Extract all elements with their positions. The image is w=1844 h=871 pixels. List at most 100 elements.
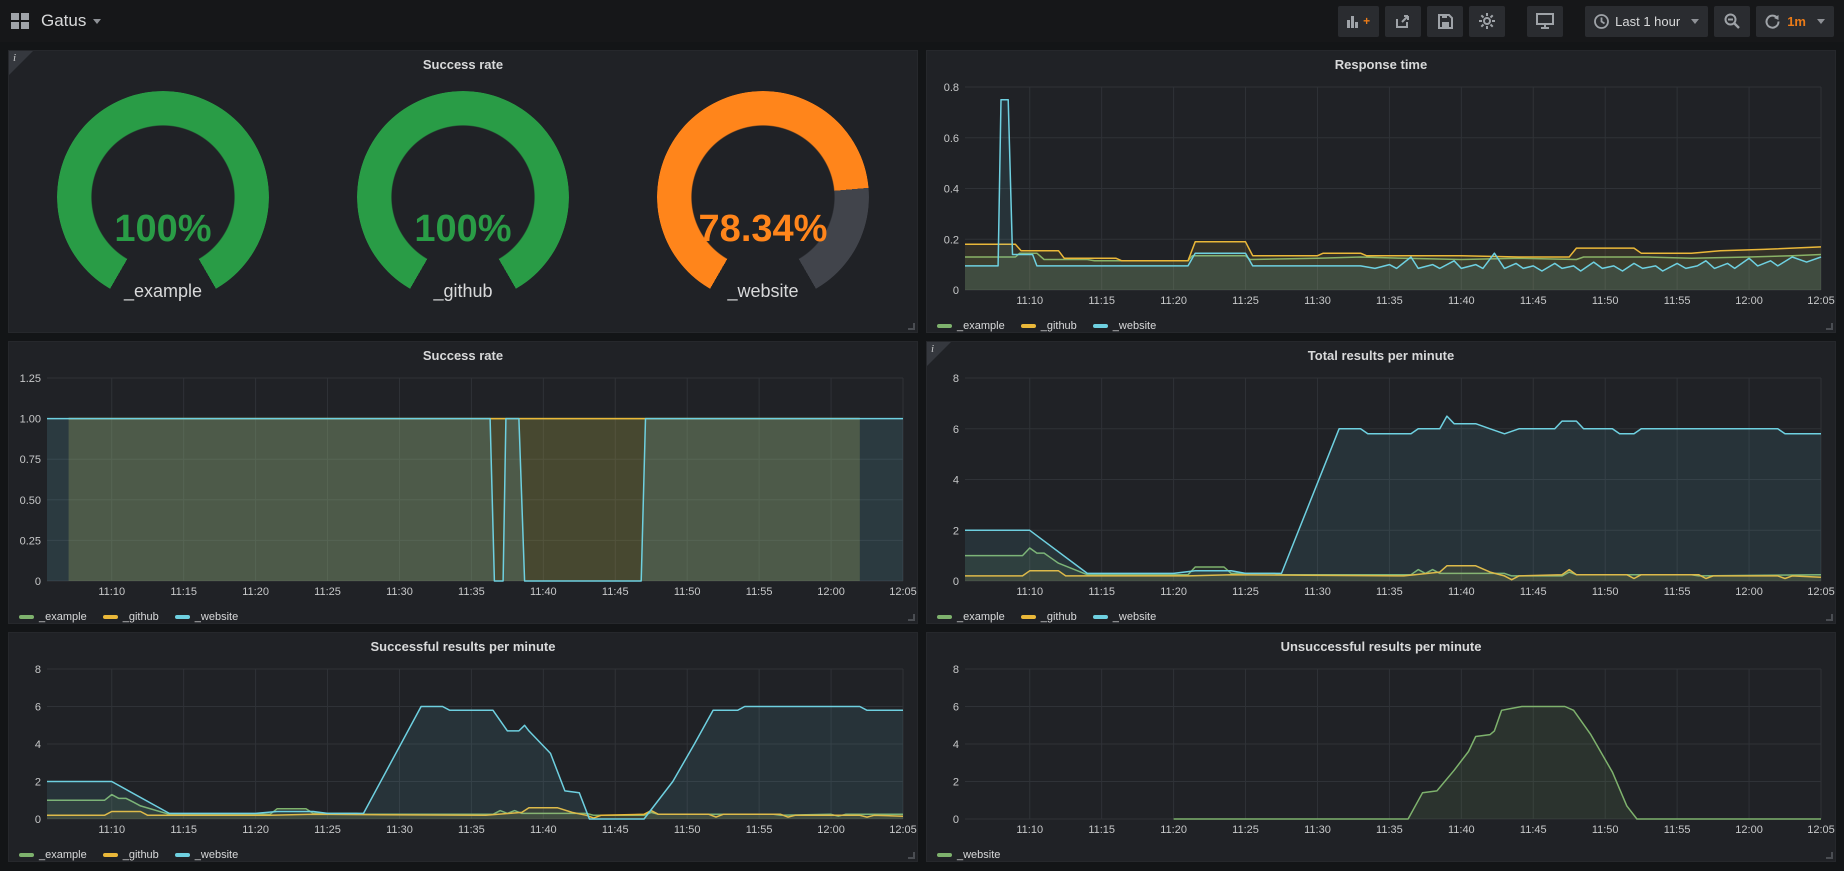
svg-text:0.6: 0.6 xyxy=(944,133,959,145)
svg-text:11:15: 11:15 xyxy=(170,586,197,598)
legend-item-_example[interactable]: _example xyxy=(19,849,87,861)
refresh-button[interactable]: 1m xyxy=(1756,6,1834,37)
svg-text:11:35: 11:35 xyxy=(1376,295,1403,307)
svg-text:11:25: 11:25 xyxy=(1232,586,1259,598)
svg-text:4: 4 xyxy=(953,475,959,487)
legend-item-_github[interactable]: _github xyxy=(1021,320,1077,332)
time-series-plot[interactable]: 11:1011:1511:2011:2511:3011:3511:4011:45… xyxy=(927,368,1835,606)
panel-resize-handle[interactable] xyxy=(908,323,915,330)
legend-item-_website[interactable]: _website xyxy=(175,611,238,623)
svg-text:11:25: 11:25 xyxy=(1232,824,1259,836)
svg-text:0: 0 xyxy=(953,285,959,297)
svg-text:11:40: 11:40 xyxy=(530,586,557,598)
time-series-plot[interactable]: 11:1011:1511:2011:2511:3011:3511:4011:45… xyxy=(9,368,917,606)
panel-resize-handle[interactable] xyxy=(1826,614,1833,621)
panel-title[interactable]: Total results per minute xyxy=(1308,348,1454,363)
svg-text:12:05: 12:05 xyxy=(1807,295,1835,307)
time-range-label: Last 1 hour xyxy=(1615,14,1680,29)
panel-title[interactable]: Success rate xyxy=(423,348,503,363)
gauge-value: 100% xyxy=(57,208,269,251)
legend-label: _website xyxy=(957,849,1000,861)
zoom-out-button[interactable] xyxy=(1714,6,1750,37)
svg-text:11:45: 11:45 xyxy=(1520,586,1547,598)
chart-legend: _example _github _website xyxy=(9,844,917,862)
add-panel-button[interactable]: + xyxy=(1338,6,1379,37)
legend-item-_website[interactable]: _website xyxy=(175,849,238,861)
legend-item-_example[interactable]: _example xyxy=(19,611,87,623)
legend-swatch xyxy=(1093,324,1108,328)
panel-info-icon[interactable]: i xyxy=(9,51,33,75)
panel-resize-handle[interactable] xyxy=(908,614,915,621)
panel-title[interactable]: Successful results per minute xyxy=(371,639,556,654)
svg-text:11:55: 11:55 xyxy=(1664,295,1691,307)
legend-swatch xyxy=(1093,615,1108,619)
tv-mode-button[interactable] xyxy=(1527,6,1563,37)
panel-header: Successful results per minute xyxy=(9,633,917,659)
dashboard-title[interactable]: Gatus xyxy=(41,11,86,31)
svg-text:11:30: 11:30 xyxy=(386,586,413,598)
legend-item-_github[interactable]: _github xyxy=(103,849,159,861)
svg-text:8: 8 xyxy=(953,664,959,676)
legend-item-_website[interactable]: _website xyxy=(1093,320,1156,332)
svg-text:12:00: 12:00 xyxy=(817,824,845,836)
svg-text:4: 4 xyxy=(35,739,41,751)
svg-text:1.00: 1.00 xyxy=(20,414,41,426)
dashboard-grid-icon[interactable] xyxy=(10,11,30,31)
panel-title[interactable]: Response time xyxy=(1335,57,1427,72)
dashboard-grid: i Success rate 100% _example 100% _githu… xyxy=(0,42,1844,870)
svg-text:11:20: 11:20 xyxy=(1160,586,1187,598)
svg-text:11:45: 11:45 xyxy=(602,824,629,836)
settings-button[interactable] xyxy=(1469,6,1505,37)
svg-text:12:05: 12:05 xyxy=(1807,586,1835,598)
chevron-down-icon[interactable] xyxy=(1817,19,1825,24)
legend-label: _github xyxy=(1041,320,1077,332)
svg-text:11:55: 11:55 xyxy=(746,586,773,598)
share-button[interactable] xyxy=(1385,6,1421,37)
svg-text:11:25: 11:25 xyxy=(314,824,341,836)
gauge-github: 100% _github xyxy=(313,91,613,302)
chevron-down-icon[interactable] xyxy=(93,19,101,24)
time-range-picker[interactable]: Last 1 hour xyxy=(1585,6,1708,37)
panel-title[interactable]: Unsuccessful results per minute xyxy=(1281,639,1482,654)
time-series-plot[interactable]: 11:1011:1511:2011:2511:3011:3511:4011:45… xyxy=(927,659,1835,844)
panel-header: Success rate xyxy=(9,342,917,368)
panel-resize-handle[interactable] xyxy=(1826,852,1833,859)
svg-text:11:55: 11:55 xyxy=(1664,824,1691,836)
svg-text:12:05: 12:05 xyxy=(889,586,917,598)
legend-item-_website[interactable]: _website xyxy=(937,849,1000,861)
legend-label: _example xyxy=(957,611,1005,623)
legend-item-_website[interactable]: _website xyxy=(1093,611,1156,623)
svg-text:0.8: 0.8 xyxy=(944,82,959,94)
svg-text:6: 6 xyxy=(953,424,959,436)
legend-item-_example[interactable]: _example xyxy=(937,611,1005,623)
panel-resize-handle[interactable] xyxy=(1826,323,1833,330)
legend-label: _website xyxy=(195,849,238,861)
time-series-plot[interactable]: 11:1011:1511:2011:2511:3011:3511:4011:45… xyxy=(9,659,917,844)
svg-text:1.25: 1.25 xyxy=(20,373,41,385)
gauge-arc-wrap: 100% xyxy=(57,91,269,303)
chart-canvas: 11:1011:1511:2011:2511:3011:3511:4011:45… xyxy=(927,368,1835,601)
legend-swatch xyxy=(103,853,118,857)
legend-swatch xyxy=(1021,615,1036,619)
panel-resize-handle[interactable] xyxy=(908,852,915,859)
legend-item-_github[interactable]: _github xyxy=(1021,611,1077,623)
legend-item-_example[interactable]: _example xyxy=(937,320,1005,332)
svg-text:11:10: 11:10 xyxy=(1016,586,1043,598)
svg-text:8: 8 xyxy=(35,664,41,676)
save-button[interactable] xyxy=(1427,6,1463,37)
chart-canvas: 11:1011:1511:2011:2511:3011:3511:4011:45… xyxy=(927,77,1835,310)
panel-title[interactable]: Success rate xyxy=(423,57,503,72)
panel-success-rate-gauges: i Success rate 100% _example 100% _githu… xyxy=(8,50,918,333)
svg-text:11:10: 11:10 xyxy=(1016,295,1043,307)
svg-text:11:30: 11:30 xyxy=(1304,295,1331,307)
panel-header: Unsuccessful results per minute xyxy=(927,633,1835,659)
legend-swatch xyxy=(175,615,190,619)
legend-item-_github[interactable]: _github xyxy=(103,611,159,623)
clock-icon xyxy=(1594,14,1609,29)
bar-chart-icon xyxy=(1347,14,1362,28)
gauge-example: 100% _example xyxy=(13,91,313,302)
panel-info-icon[interactable]: i xyxy=(927,342,951,366)
time-series-plot[interactable]: 11:1011:1511:2011:2511:3011:3511:4011:45… xyxy=(927,77,1835,315)
svg-text:0: 0 xyxy=(953,814,959,826)
legend-label: _website xyxy=(1113,320,1156,332)
